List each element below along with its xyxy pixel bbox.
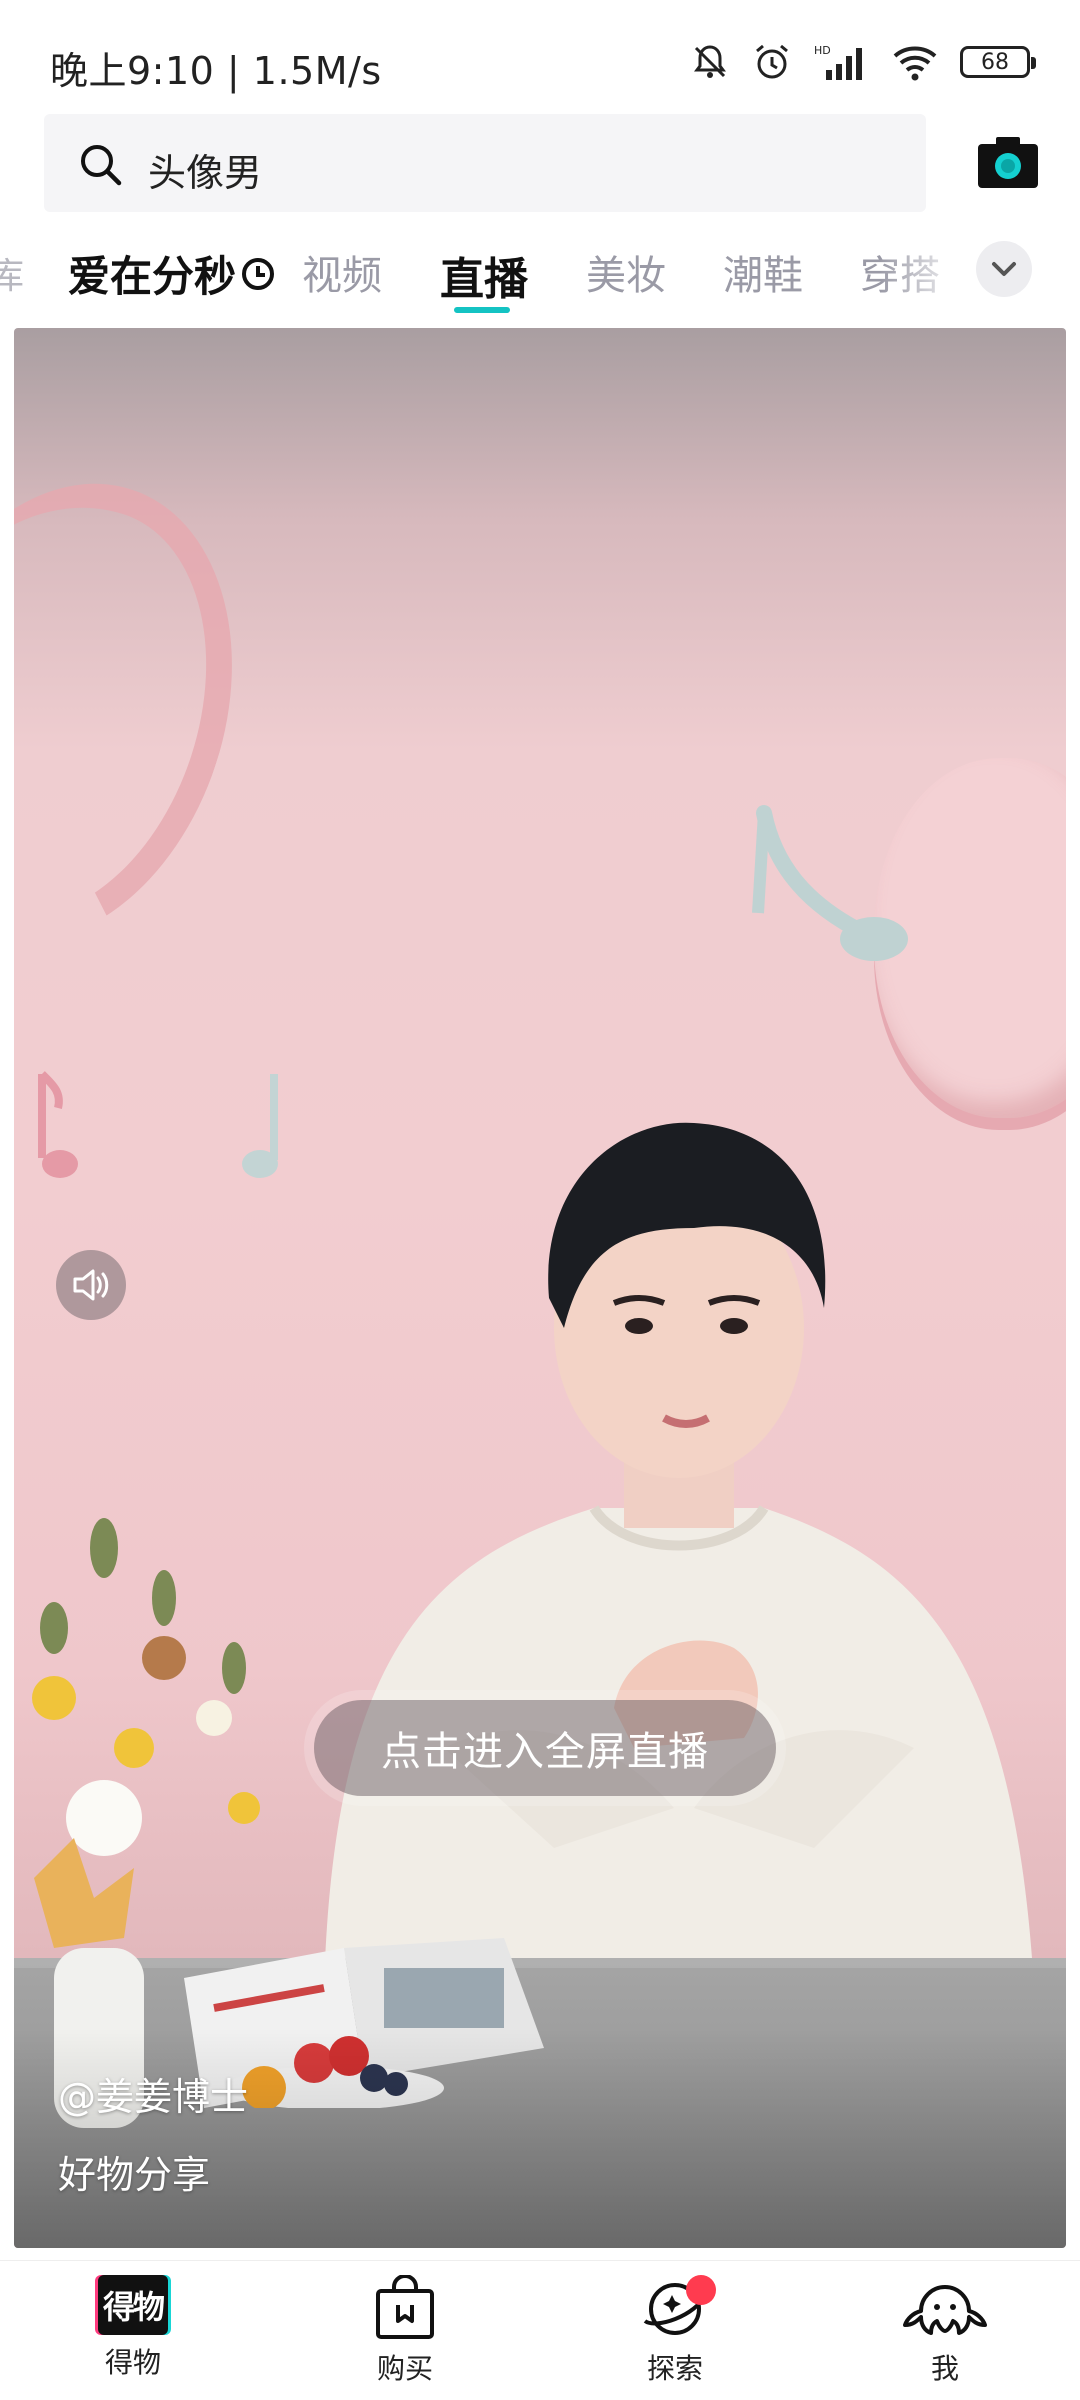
nav-me-label: 我 [930, 2352, 959, 2385]
card-bottom-gradient [14, 2028, 1066, 2248]
octopus-icon [903, 2285, 987, 2335]
nav-home[interactable]: 得物 得物 [58, 2275, 208, 2395]
nav-home-label: 得物 [104, 2346, 161, 2379]
search-query: 头像男 [148, 151, 263, 195]
nav-buy-label: 购买 [376, 2352, 433, 2385]
battery-level: 68 [981, 49, 1009, 75]
explore-badge [686, 2275, 716, 2305]
speaker-icon [73, 1269, 109, 1301]
camera-icon[interactable] [976, 134, 1040, 190]
search-input[interactable]: 头像男 [44, 114, 926, 212]
nav-me[interactable]: 我 [870, 2275, 1020, 2395]
streamer-image [324, 1122, 1034, 1988]
music-note-decor [752, 805, 908, 961]
bottom-navigation: 得物 得物 购买 探索 我 [0, 2260, 1080, 2400]
nav-explore[interactable]: 探索 [600, 2275, 750, 2395]
sound-toggle-button[interactable] [56, 1250, 126, 1320]
tab-makeup[interactable]: 美妆 [586, 243, 666, 301]
wifi-icon [893, 46, 937, 81]
tabs-fade [880, 225, 970, 315]
dewu-logo-icon: 得物 [98, 2275, 168, 2335]
music-note-decor-blue [242, 1074, 278, 1178]
tab-cut-off[interactable]: 库 [0, 247, 24, 299]
host-name[interactable]: @姜姜博士 [58, 2066, 248, 2121]
tab-brand[interactable]: 爱在分秒 [68, 243, 276, 304]
clock-icon [242, 257, 275, 290]
bell-off-icon [694, 45, 726, 78]
live-stream-card[interactable]: 点击进入全屏直播 @姜姜博士 好物分享 [14, 328, 1066, 2248]
background-heart-decor [14, 438, 289, 988]
status-icons: HD 68 [690, 38, 1036, 86]
alarm-icon [756, 44, 788, 79]
music-note-decor-pink [38, 1071, 78, 1178]
enter-fullscreen-live-button[interactable]: 点击进入全屏直播 [314, 1700, 776, 1796]
tab-video[interactable]: 视频 [302, 243, 382, 301]
tab-live[interactable]: 直播 [440, 243, 528, 307]
svg-text:HD: HD [814, 44, 831, 57]
search-row: 头像男 [0, 110, 1080, 220]
status-bar: 晚上9:10 | 1.5M/s HD 68 [0, 0, 1080, 110]
tabs-more-button[interactable] [976, 241, 1032, 297]
live-tag: 好物分享 [58, 2153, 211, 2197]
chevron-down-icon [992, 262, 1016, 276]
tab-sneakers[interactable]: 潮鞋 [723, 243, 803, 301]
battery-icon: 68 [960, 46, 1036, 78]
nav-explore-label: 探索 [646, 2352, 703, 2385]
shopping-bag-icon [376, 2275, 434, 2339]
hd-signal-icon: HD [814, 44, 862, 80]
category-tabs: 库 爱在分秒 视频 直播 美妆 潮鞋 穿搭 [0, 225, 1080, 315]
logo-text: 得物 [102, 2288, 165, 2326]
nav-buy[interactable]: 购买 [330, 2275, 480, 2395]
search-icon [81, 145, 122, 186]
tab-brand-label: 爱在分秒 [68, 252, 237, 301]
tab-active-indicator [454, 307, 510, 313]
status-time: 晚上9:10 | 1.5M/s [50, 49, 382, 93]
